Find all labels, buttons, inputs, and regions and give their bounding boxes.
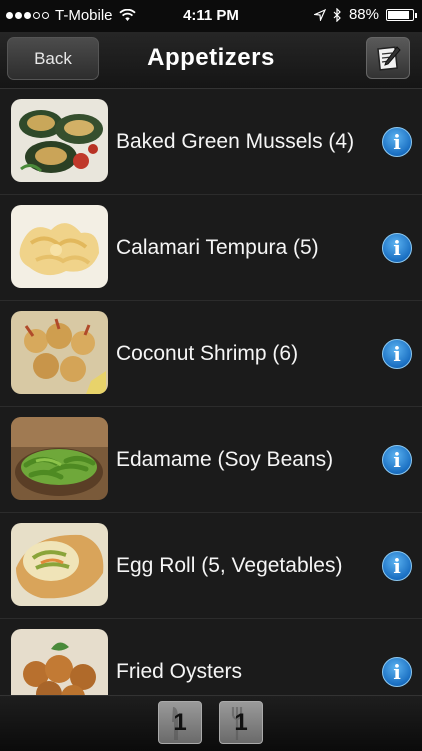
item-label: Egg Roll (5, Vegetables) (116, 553, 343, 577)
list-item[interactable]: Egg Roll (5, Vegetables) i (0, 513, 422, 619)
location-arrow-icon (313, 8, 326, 21)
edamame-photo (11, 417, 108, 500)
knife-counter-button[interactable]: 1 (158, 701, 202, 744)
menu-item-list[interactable]: Baked Green Mussels (4) i Calamari Tempu… (0, 89, 422, 695)
item-label: Edamame (Soy Beans) (116, 447, 334, 471)
knife-count: 1 (173, 709, 187, 736)
fork-count: 1 (234, 709, 248, 736)
info-icon[interactable]: i (382, 233, 412, 263)
fried-oysters-photo (11, 629, 108, 695)
page-title: Appetizers (147, 44, 275, 71)
notepad-pencil-icon (377, 46, 401, 71)
egg-roll-photo (11, 523, 108, 606)
list-item[interactable]: Calamari Tempura (5) i (0, 195, 422, 301)
status-right: 88% (313, 6, 417, 23)
item-label: Coconut Shrimp (6) (116, 341, 299, 365)
info-icon[interactable]: i (382, 127, 412, 157)
fork-counter-button[interactable]: 1 (219, 701, 263, 744)
list-item[interactable]: Baked Green Mussels (4) i (0, 89, 422, 195)
battery-icon (386, 8, 417, 21)
calamari-photo (11, 205, 108, 288)
battery-percent: 88% (348, 6, 379, 23)
list-item[interactable]: Coconut Shrimp (6) i (0, 301, 422, 407)
list-item[interactable]: Edamame (Soy Beans) i (0, 407, 422, 513)
info-icon[interactable]: i (382, 657, 412, 687)
mussels-photo (11, 99, 108, 182)
bluetooth-icon (333, 7, 341, 22)
order-list-button[interactable] (366, 37, 410, 79)
navigation-bar: Back Appetizers (0, 32, 422, 89)
bottom-toolbar: 1 1 (0, 695, 422, 751)
info-icon[interactable]: i (382, 445, 412, 475)
item-label: Fried Oysters (116, 659, 243, 683)
status-bar: T-Mobile 4:11 PM 88% (0, 0, 422, 32)
list-item[interactable]: Fried Oysters i (0, 619, 422, 695)
item-label: Calamari Tempura (5) (116, 235, 319, 259)
coconut-shrimp-photo (11, 311, 108, 394)
info-icon[interactable]: i (382, 551, 412, 581)
info-icon[interactable]: i (382, 339, 412, 369)
item-label: Baked Green Mussels (4) (116, 129, 355, 153)
